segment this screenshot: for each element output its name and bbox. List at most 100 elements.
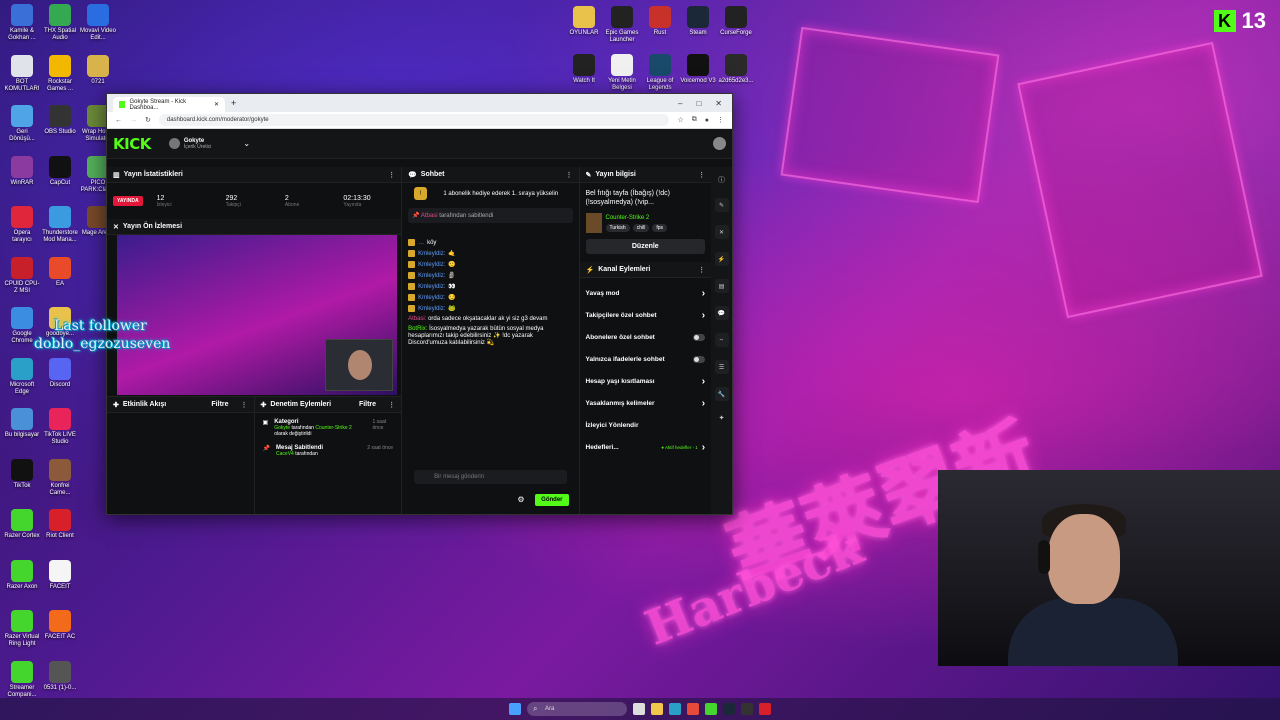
chat-menu-icon[interactable]: ⋮ [566, 171, 573, 179]
chat-username[interactable]: Kmleyldiz: [418, 262, 445, 268]
pinned-message[interactable]: 📌 Atbasi tarafından sabitlendi [408, 208, 573, 223]
mod-event-target[interactable]: Counter-Strike 2 [315, 425, 351, 431]
desktop-icon[interactable]: Kamile & Gokhan ... [4, 4, 40, 42]
actions-menu-icon[interactable]: ⋮ [698, 266, 705, 274]
list-icon[interactable]: ☰ [714, 360, 729, 374]
desktop-icon[interactable]: Konfrei Came... [42, 458, 78, 497]
desktop-icon[interactable]: Bu bilgisayar [4, 408, 40, 439]
desktop-icon[interactable]: BOT KOMUTLARI [4, 54, 40, 93]
channel-action[interactable]: Hesap yaşı kısıtlaması › [580, 370, 712, 392]
kick-logo[interactable]: KICK [113, 135, 151, 153]
desktop-icon[interactable]: Movavi Video Edit... [80, 4, 116, 42]
puzzle-icon[interactable]: ✦ [719, 414, 725, 422]
riot-icon[interactable] [759, 703, 771, 715]
desktop-icon[interactable]: League of Legends [642, 54, 678, 92]
chat-username[interactable]: … [418, 240, 424, 246]
desktop-icon[interactable]: CurseForge [718, 6, 754, 37]
desktop-icon[interactable]: Opera tarayıcı [4, 206, 40, 244]
wrench-icon[interactable]: 🔧 [714, 387, 729, 401]
desktop-icon[interactable]: Microsoft Edge [4, 357, 40, 396]
desktop-icon[interactable]: Razer Cortex [4, 509, 40, 540]
tab-close-icon[interactable]: ✕ [214, 101, 219, 108]
tag[interactable]: Turkish [605, 223, 630, 232]
desktop-icon[interactable]: WinRAR [4, 155, 40, 187]
channel-action[interactable]: Yasaklanmış kelimeler › [580, 392, 712, 414]
tag[interactable]: chill [632, 223, 650, 232]
browser-menu-icon[interactable]: ⋮ [717, 116, 724, 124]
channel-action[interactable]: Yavaş mod › [580, 282, 712, 304]
pinned-by[interactable]: Atbasi [421, 213, 438, 219]
desktop-icon[interactable]: a2d65d2e3... [718, 54, 754, 85]
channel-switcher[interactable]: Gokyte İçerik Üretici ⌄ [168, 138, 250, 150]
desktop-icon[interactable]: FACEIT [42, 559, 78, 591]
account-avatar[interactable] [713, 137, 726, 150]
toggle-switch[interactable] [693, 333, 706, 341]
desktop-icon[interactable]: TikTok LIVE Studio [42, 408, 78, 446]
channel-action[interactable]: Abonelere özel sohbet [580, 326, 712, 348]
lightning-icon[interactable]: ⚡ [714, 252, 729, 266]
profile-icon[interactable]: ● [705, 117, 709, 124]
edit-icon[interactable]: ✎ [714, 198, 729, 212]
steam-icon[interactable] [723, 703, 735, 715]
razer-icon[interactable] [705, 703, 717, 715]
document-icon[interactable]: ▤ [714, 279, 729, 293]
chrome-icon[interactable] [687, 703, 699, 715]
desktop-icon[interactable]: Rockstar Games ... [42, 54, 78, 93]
activity-filter[interactable]: Filtre [211, 401, 228, 408]
mod-filter[interactable]: Filtre [359, 401, 376, 408]
chat-username[interactable]: Kmleyldiz: [418, 295, 445, 301]
desktop-icon[interactable]: Steam [680, 6, 716, 37]
desktop-icon[interactable]: Watch It [566, 54, 602, 85]
minimize-button[interactable]: – [678, 99, 682, 108]
forward-icon[interactable]: → [130, 117, 137, 124]
desktop-icon[interactable]: Discord [42, 357, 78, 389]
chat-username[interactable]: Atbasi: [408, 316, 426, 322]
desktop-icon[interactable]: FACEIT AC [42, 610, 78, 641]
toggle-switch[interactable] [693, 355, 706, 363]
tab-kick-dashboard[interactable]: Gokyte Stream - Kick Dashboa... ✕ [113, 97, 225, 112]
desktop-icon[interactable]: TikTok [4, 458, 40, 490]
extensions-icon[interactable]: ⧉ [692, 116, 697, 124]
maximize-button[interactable]: □ [696, 99, 701, 108]
new-tab-button[interactable]: + [231, 98, 236, 108]
edge-icon[interactable] [669, 703, 681, 715]
desktop-icon[interactable]: CPUID CPU-Z MSI [4, 256, 40, 295]
stats-menu-icon[interactable]: ⋮ [388, 171, 395, 179]
desktop-icon[interactable]: Geri Dönüşü... [4, 105, 40, 143]
resize-icon[interactable]: ⇔ [714, 333, 729, 347]
chat-input[interactable]: Bir mesaj gönderin [414, 470, 567, 484]
close-window-button[interactable]: ✕ [715, 99, 722, 108]
desktop-icon[interactable]: Rust [642, 6, 678, 37]
desktop-icon[interactable]: Voicemod V3 [680, 54, 716, 85]
desktop-icon[interactable]: Razer Axon [4, 559, 40, 591]
stream-preview[interactable] [117, 235, 397, 395]
explorer-icon[interactable] [651, 703, 663, 715]
gift-banner[interactable]: ! 1 abonelik hediye ederek 1. sıraya yük… [402, 183, 578, 204]
bookmark-star-icon[interactable]: ☆ [677, 116, 683, 124]
mod-event-actor[interactable]: CaceV4 [276, 451, 294, 457]
start-icon[interactable] [509, 703, 521, 715]
chat-icon[interactable]: 💬 [714, 306, 729, 320]
chat-username[interactable]: Kmleyldiz: [418, 251, 445, 257]
desktop-icon[interactable]: OBS Studio [42, 105, 78, 136]
desktop-icon[interactable]: 0531 (1)-0... [42, 660, 78, 692]
close-icon[interactable]: ✕ [714, 225, 729, 239]
desktop-icon[interactable]: OYUNLAR [566, 6, 602, 37]
desktop-icon[interactable]: Thunderstore Mod Mana... [42, 206, 78, 244]
close-icon[interactable]: ✕ [113, 223, 119, 231]
edit-button[interactable]: Düzenle [585, 239, 706, 254]
url-field[interactable]: dashboard.kick.com/moderator/gokyte [158, 114, 670, 126]
settings-gear-icon[interactable]: ⚙ [517, 495, 524, 504]
channel-action[interactable]: Yalnızca ifadelerle sohbet [580, 348, 712, 370]
info-icon[interactable]: ⓘ [718, 175, 725, 185]
category-name[interactable]: Counter-Strike 2 [606, 215, 668, 221]
desktop-icon[interactable]: Streamer Compani... [4, 660, 40, 699]
desktop-icon[interactable]: CapCut [42, 155, 78, 187]
reload-icon[interactable]: ↻ [145, 116, 151, 124]
desktop-icon[interactable]: Epic Games Launcher [604, 6, 640, 44]
desktop-icon[interactable]: Riot Client [42, 509, 78, 540]
obs-icon[interactable] [741, 703, 753, 715]
send-button[interactable]: Gönder [535, 494, 569, 506]
chat-username[interactable]: Kmleyldiz: [418, 273, 445, 279]
back-icon[interactable]: ← [115, 117, 122, 124]
